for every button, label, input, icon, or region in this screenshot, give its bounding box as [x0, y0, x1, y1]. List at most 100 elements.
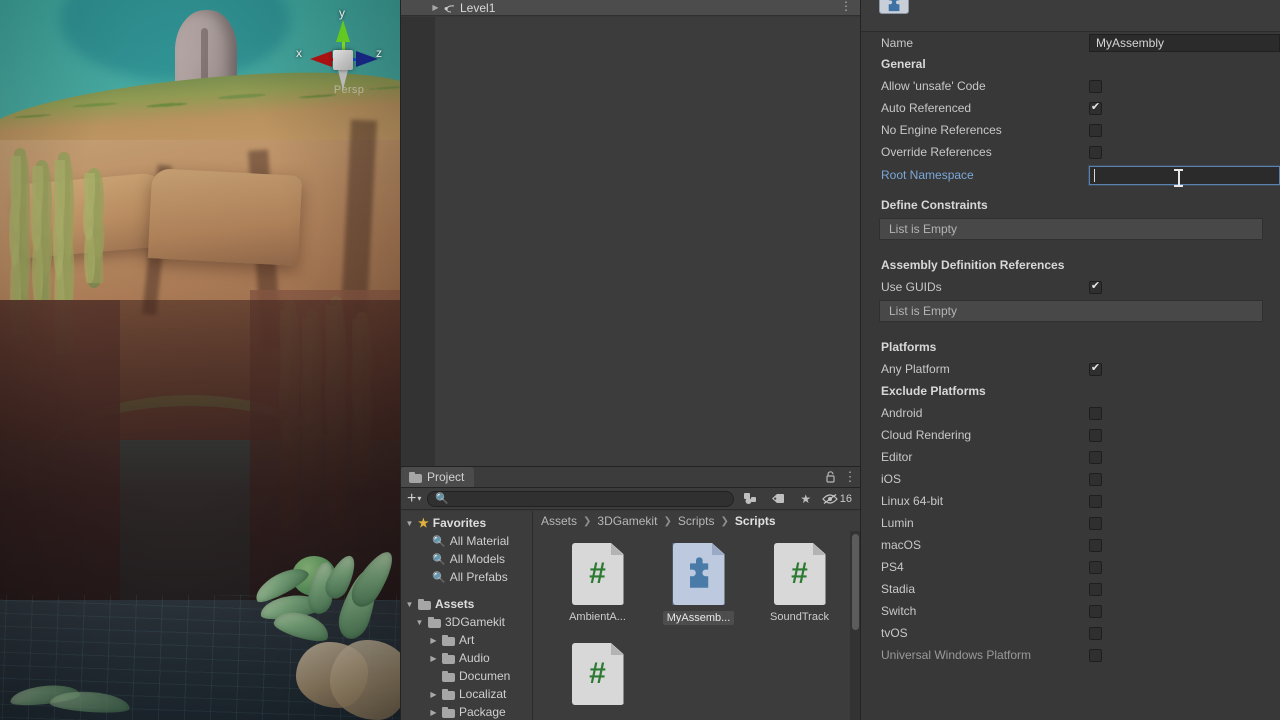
- tab-project[interactable]: Project: [401, 467, 474, 487]
- scene-view[interactable]: y x z Persp: [0, 0, 400, 720]
- tree-item-all-material[interactable]: ▶ 🔍 All Material: [401, 532, 532, 550]
- expand-triangle-icon[interactable]: ▼: [415, 618, 424, 627]
- root-namespace-label[interactable]: Root Namespace: [881, 168, 1089, 182]
- name-field[interactable]: MyAssembly: [1089, 34, 1280, 52]
- kebab-menu-icon[interactable]: ⋮: [840, 0, 853, 13]
- asset-item-fourth[interactable]: #: [547, 639, 648, 720]
- filter-type-icon[interactable]: [738, 490, 762, 508]
- platform-row-ios[interactable]: iOS: [861, 468, 1280, 490]
- checkbox-allow-unsafe-code[interactable]: [1089, 80, 1102, 93]
- scrollbar-thumb[interactable]: [852, 534, 859, 630]
- assembly-references-list[interactable]: List is Empty: [879, 300, 1263, 322]
- label-tag-icon[interactable]: [766, 490, 790, 508]
- expand-triangle-icon[interactable]: ▶: [431, 3, 440, 12]
- platform-label: Lumin: [881, 516, 1089, 530]
- checkbox-tvos[interactable]: [1089, 627, 1102, 640]
- asset-label: MyAssemb...: [663, 611, 735, 625]
- breadcrumb: Assets ❯ 3DGamekit ❯ Scripts ❯ Scripts: [533, 511, 861, 531]
- checkbox-auto-referenced[interactable]: [1089, 102, 1102, 115]
- hierarchy-row-level1[interactable]: ▶ Level1 ⋮: [401, 0, 861, 16]
- option-row-auto-referenced[interactable]: Auto Referenced: [861, 97, 1280, 119]
- define-constraints-list[interactable]: List is Empty: [879, 218, 1263, 240]
- platform-row-stadia[interactable]: Stadia: [861, 578, 1280, 600]
- tree-item-assets[interactable]: ▼ Assets: [401, 595, 532, 613]
- tree-item-favorites[interactable]: ▼ ★ Favorites: [401, 514, 532, 532]
- checkbox-stadia[interactable]: [1089, 583, 1102, 596]
- checkbox-ios[interactable]: [1089, 473, 1102, 486]
- gizmo-projection-label[interactable]: Persp: [314, 84, 384, 96]
- tree-item-3dgamekit[interactable]: ▼ 3DGamekit: [401, 613, 532, 631]
- checkbox-editor[interactable]: [1089, 451, 1102, 464]
- scene-icon: [444, 2, 456, 14]
- hidden-packages-toggle[interactable]: 16: [822, 493, 856, 505]
- breadcrumb-item-3dgamekit[interactable]: 3DGamekit: [597, 514, 657, 528]
- asset-item-myassembly[interactable]: MyAssemb...: [648, 539, 749, 639]
- checkbox-use-guids[interactable]: [1089, 281, 1102, 294]
- tree-item-packages[interactable]: ▶ Package: [401, 703, 532, 720]
- star-icon[interactable]: ★: [794, 490, 818, 508]
- breadcrumb-item-assets[interactable]: Assets: [541, 514, 577, 528]
- puzzle-piece-glyph: [673, 543, 725, 605]
- platform-row-ps4[interactable]: PS4: [861, 556, 1280, 578]
- breadcrumb-item-current[interactable]: Scripts: [735, 514, 776, 528]
- checkbox-universal-windows-platform[interactable]: [1089, 649, 1102, 662]
- option-row-override-references[interactable]: Override References: [861, 141, 1280, 163]
- add-asset-button[interactable]: + ▾: [405, 490, 423, 508]
- use-guids-row[interactable]: Use GUIDs: [861, 276, 1280, 298]
- platform-row-lumin[interactable]: Lumin: [861, 512, 1280, 534]
- gizmo-axis-z-cone[interactable]: [356, 51, 378, 67]
- expand-triangle-icon[interactable]: ▼: [405, 519, 414, 528]
- platform-row-cloud-rendering[interactable]: Cloud Rendering: [861, 424, 1280, 446]
- expand-triangle-icon[interactable]: ▶: [429, 708, 438, 717]
- platform-row-android[interactable]: Android: [861, 402, 1280, 424]
- checkbox-override-references[interactable]: [1089, 146, 1102, 159]
- checkbox-ps4[interactable]: [1089, 561, 1102, 574]
- scene-orientation-gizmo[interactable]: y x z Persp: [300, 8, 386, 104]
- platform-row-universal-windows-platform[interactable]: Universal Windows Platform: [861, 644, 1280, 666]
- lock-icon[interactable]: [820, 467, 840, 487]
- asset-grid[interactable]: # AmbientA...: [533, 531, 860, 720]
- asset-item-soundtrack[interactable]: # SoundTrack: [749, 539, 850, 639]
- checkbox-any-platform[interactable]: [1089, 363, 1102, 376]
- hash-glyph: #: [774, 543, 826, 605]
- option-row-no-engine-references[interactable]: No Engine References: [861, 119, 1280, 141]
- expand-triangle-icon[interactable]: ▶: [429, 654, 438, 663]
- root-namespace-input[interactable]: [1089, 166, 1280, 185]
- breadcrumb-item-scripts[interactable]: Scripts: [678, 514, 715, 528]
- checkbox-cloud-rendering[interactable]: [1089, 429, 1102, 442]
- project-folder-tree[interactable]: ▼ ★ Favorites ▶ 🔍 All Material ▶ 🔍 All M…: [401, 511, 533, 720]
- search-input[interactable]: 🔍: [427, 491, 733, 507]
- tree-item-localization[interactable]: ▶ Localizat: [401, 685, 532, 703]
- define-constraints-header: Define Constraints: [861, 194, 1280, 216]
- option-row-allow-unsafe-code[interactable]: Allow 'unsafe' Code: [861, 75, 1280, 97]
- checkbox-linux-64-bit[interactable]: [1089, 495, 1102, 508]
- gizmo-center-cube[interactable]: [333, 50, 353, 70]
- hierarchy-content[interactable]: [401, 17, 861, 466]
- kebab-menu-icon[interactable]: ⋮: [840, 467, 860, 487]
- platform-row-editor[interactable]: Editor: [861, 446, 1280, 468]
- expand-triangle-icon[interactable]: ▶: [429, 690, 438, 699]
- platform-row-tvos[interactable]: tvOS: [861, 622, 1280, 644]
- checkbox-switch[interactable]: [1089, 605, 1102, 618]
- tree-item-all-models[interactable]: ▶ 🔍 All Models: [401, 550, 532, 568]
- checkbox-macos[interactable]: [1089, 539, 1102, 552]
- platform-row-macos[interactable]: macOS: [861, 534, 1280, 556]
- tree-item-label: Documen: [459, 669, 510, 683]
- expand-triangle-icon[interactable]: ▼: [405, 600, 414, 609]
- platform-row-switch[interactable]: Switch: [861, 600, 1280, 622]
- hash-glyph: #: [572, 643, 624, 705]
- platform-row-linux-64-bit[interactable]: Linux 64-bit: [861, 490, 1280, 512]
- checkbox-lumin[interactable]: [1089, 517, 1102, 530]
- tree-item-audio[interactable]: ▶ Audio: [401, 649, 532, 667]
- tree-item-all-prefabs[interactable]: ▶ 🔍 All Prefabs: [401, 568, 532, 586]
- expand-triangle-icon[interactable]: ▶: [429, 636, 438, 645]
- gizmo-axis-y-cone[interactable]: [336, 20, 350, 42]
- tree-item-art[interactable]: ▶ Art: [401, 631, 532, 649]
- any-platform-row[interactable]: Any Platform: [861, 358, 1280, 380]
- scene-plant-leaf: [49, 689, 130, 715]
- asset-item-ambientaudio[interactable]: # AmbientA...: [547, 539, 648, 639]
- checkbox-android[interactable]: [1089, 407, 1102, 420]
- checkbox-no-engine-references[interactable]: [1089, 124, 1102, 137]
- gizmo-axis-x-cone[interactable]: [310, 51, 332, 67]
- tree-item-documentation[interactable]: ▶ Documen: [401, 667, 532, 685]
